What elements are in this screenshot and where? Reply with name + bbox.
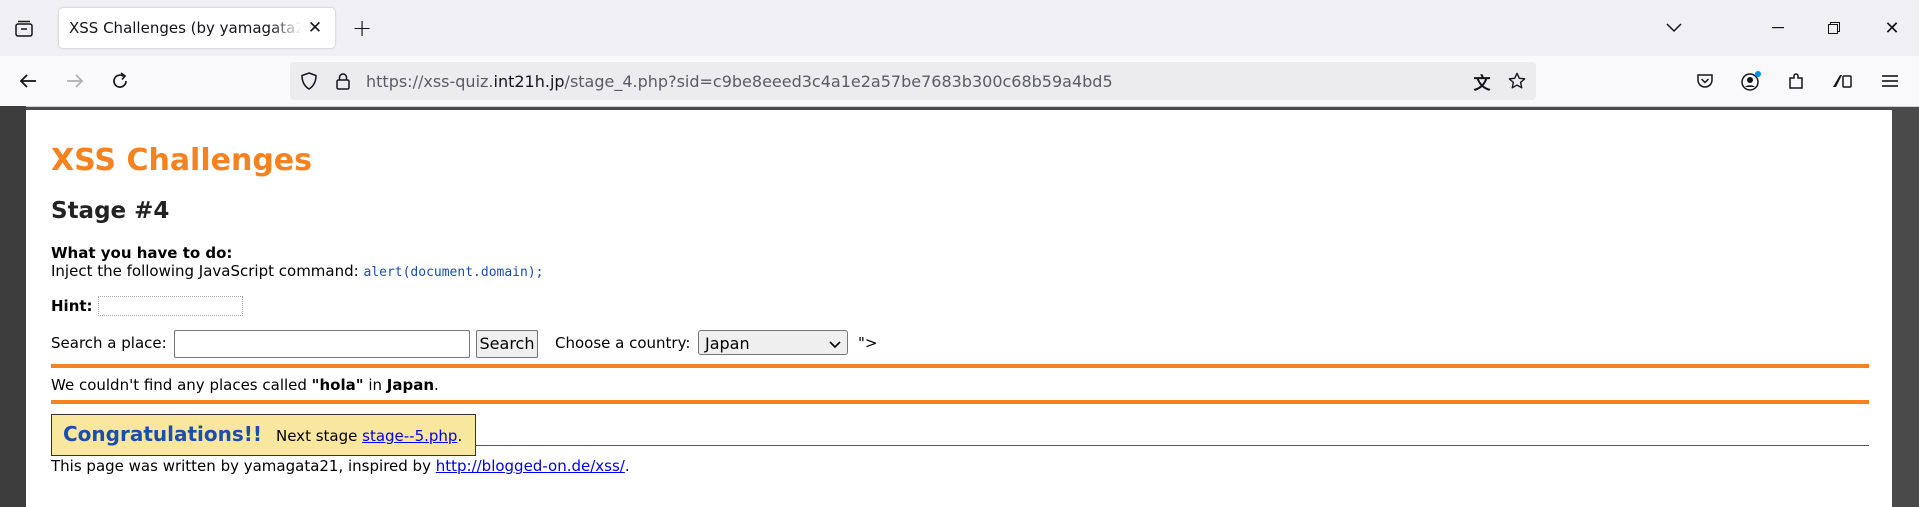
page-gutter: [0, 106, 26, 507]
search-button[interactable]: Search: [476, 330, 538, 358]
new-tab-icon[interactable]: +: [348, 14, 376, 42]
search-result-message: We couldn't find any places called "hola…: [51, 376, 439, 394]
tab-active[interactable]: XSS Challenges (by yamagata21) - Stage #…: [59, 8, 335, 48]
sidebar-icon[interactable]: [1828, 67, 1856, 95]
divider-bottom: [51, 400, 1869, 404]
url-domain: int21h.jp: [493, 72, 565, 91]
extensions-icon[interactable]: [1782, 67, 1810, 95]
tab-list-icon[interactable]: [11, 16, 37, 42]
forward-icon[interactable]: [61, 67, 89, 95]
stage-heading: Stage #4: [51, 198, 170, 224]
search-input[interactable]: [174, 330, 470, 358]
tab-title: XSS Challenges (by yamagata21) - Stage #…: [69, 19, 301, 37]
bookmark-star-icon[interactable]: [1504, 68, 1530, 94]
congratulations-box: Congratulations!! Next stage stage--5.ph…: [51, 414, 476, 456]
url-text[interactable]: https://xss-quiz.int21h.jp/stage_4.php?s…: [366, 72, 1113, 91]
page-content[interactable]: XSS Challenges Stage #4 What you have to…: [26, 110, 1892, 507]
next-stage-link[interactable]: stage--5.php: [362, 427, 457, 445]
pocket-icon[interactable]: [1691, 67, 1719, 95]
page-title: XSS Challenges: [51, 143, 313, 178]
hint-box[interactable]: [98, 296, 243, 316]
back-icon[interactable]: [14, 67, 42, 95]
congrats-next: Next stage stage--5.php.: [276, 427, 463, 445]
close-window-icon[interactable]: ✕: [1878, 14, 1906, 42]
search-label: Search a place:: [51, 334, 167, 352]
injected-trailing-text: ">: [858, 334, 878, 352]
address-bar[interactable]: https://xss-quiz.int21h.jp/stage_4.php?s…: [290, 62, 1536, 100]
minimize-icon[interactable]: [1764, 14, 1792, 42]
tab-bar: XSS Challenges (by yamagata21) - Stage #…: [0, 0, 1919, 56]
task-code: alert(document.domain);: [363, 265, 544, 280]
hint-label: Hint:: [51, 297, 93, 315]
list-all-tabs-icon[interactable]: [1660, 14, 1688, 42]
account-icon[interactable]: [1737, 67, 1765, 95]
result-query: "hola": [311, 376, 364, 394]
country-select[interactable]: Japan: [698, 330, 848, 355]
reload-icon[interactable]: [106, 67, 134, 95]
country-value: Japan: [705, 334, 750, 353]
congrats-title: Congratulations!!: [63, 422, 263, 446]
close-tab-icon[interactable]: ✕: [303, 16, 327, 40]
country-label: Choose a country:: [555, 334, 691, 352]
menu-icon[interactable]: [1876, 67, 1904, 95]
chevron-down-icon: [829, 331, 841, 356]
tracking-protection-icon[interactable]: [296, 68, 322, 94]
task-heading: What you have to do:: [51, 244, 233, 262]
footer-link[interactable]: http://blogged-on.de/xss/: [436, 457, 625, 475]
lock-icon[interactable]: [330, 68, 356, 94]
translate-icon[interactable]: 文: [1469, 68, 1495, 94]
restore-icon[interactable]: [1820, 14, 1848, 42]
divider-top: [51, 364, 1869, 368]
result-country: Japan: [386, 376, 435, 394]
task-description: Inject the following JavaScript command:…: [51, 262, 544, 280]
footer-text: This page was written by yamagata21, ins…: [51, 457, 630, 475]
